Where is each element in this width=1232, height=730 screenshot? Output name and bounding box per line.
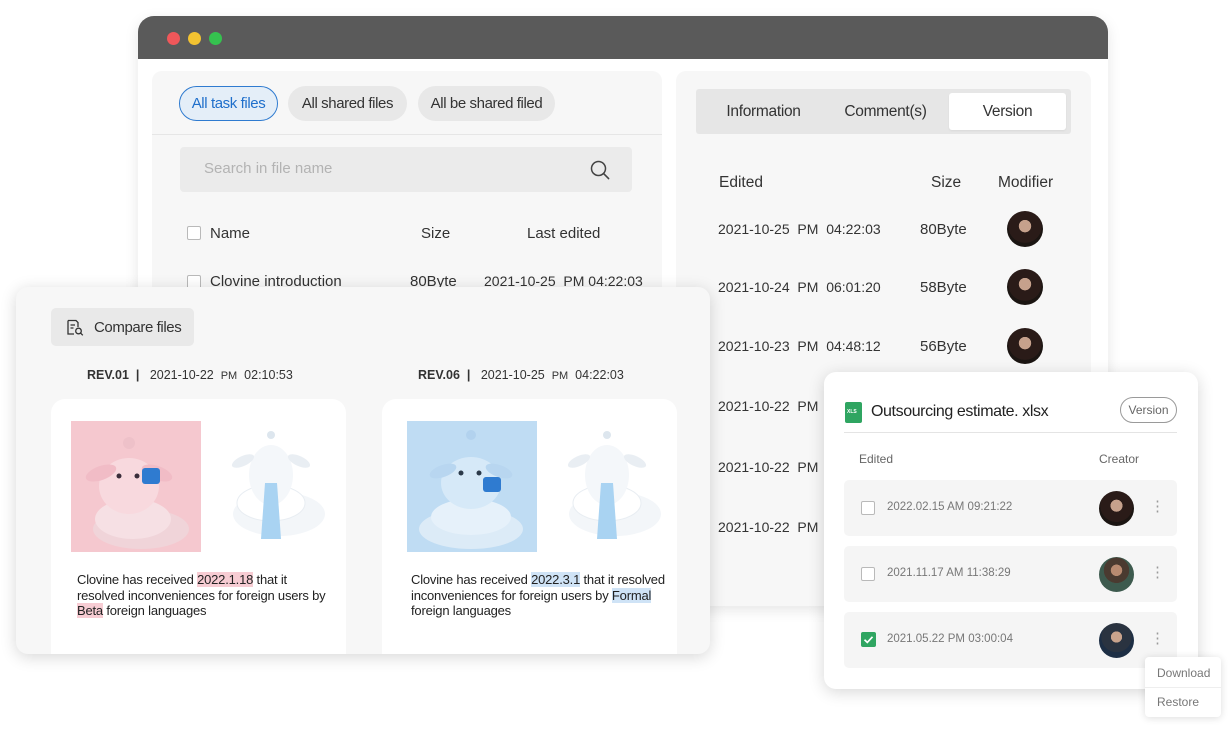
column-header-last-edited: Last edited <box>527 225 601 242</box>
highlight-mode: Formal <box>611 587 652 603</box>
version-edited: 2021-10-25 PM 04:22:03 <box>718 221 881 237</box>
column-header-creator: Creator <box>1099 452 1140 466</box>
version-context-menu: Download Restore <box>1145 657 1221 717</box>
compare-files-button[interactable]: Compare files <box>51 308 194 346</box>
avatar[interactable] <box>1007 211 1043 247</box>
menu-item-restore[interactable]: Restore <box>1157 695 1199 709</box>
version-edited: 2021-10-23 PM 04:48:12 <box>718 338 881 354</box>
window-titlebar <box>138 16 1108 59</box>
compare-files-label: Compare files <box>94 319 182 336</box>
version-size: 56Byte <box>920 338 967 355</box>
highlight-version: 2022.1.18 <box>197 572 254 587</box>
revision-header-left: REV.01 | 2021-10-22 PM 02:10:53 <box>87 368 293 382</box>
details-tabs: Information Comment(s) Version <box>696 89 1071 134</box>
divider <box>1145 687 1221 688</box>
menu-item-download[interactable]: Download <box>1157 666 1210 680</box>
version-size: 58Byte <box>920 279 967 296</box>
column-header-edited: Edited <box>859 452 894 466</box>
version-size: 80Byte <box>920 221 967 238</box>
column-header-edited: Edited <box>719 174 763 191</box>
avatar[interactable] <box>1007 328 1043 364</box>
revision-caption-left: Clovine has received 2022.1.18 that it r… <box>77 572 326 618</box>
revision-card-left: Clovine has received 2022.1.18 that it r… <box>51 399 346 654</box>
maximize-window-button[interactable] <box>209 32 222 45</box>
row-checkbox[interactable] <box>861 567 875 581</box>
column-header-modifier: Modifier <box>998 174 1054 191</box>
minimize-window-button[interactable] <box>188 32 201 45</box>
close-window-button[interactable] <box>167 32 180 45</box>
tab-all-be-shared-filed[interactable]: All be shared filed <box>418 86 555 121</box>
revision-header-right: REV.06 | 2021-10-25 PM 04:22:03 <box>418 368 624 382</box>
more-options-icon[interactable]: ⋮ <box>1150 629 1165 647</box>
version-datetime: 2021.11.17 AM 11:38:29 <box>887 567 1011 579</box>
tab-information[interactable]: Information <box>701 93 826 130</box>
compare-document-icon <box>67 319 84 336</box>
avatar[interactable] <box>1099 491 1134 526</box>
file-version-popup: XLS Outsourcing estimate. xlsx Version E… <box>824 372 1198 689</box>
version-edited: 2021-10-22 PM 0 <box>718 519 834 535</box>
version-row[interactable]: 2021.05.22 PM 03:00:04 ⋮ <box>844 612 1177 668</box>
version-datetime: 2021.05.22 PM 03:00:04 <box>887 633 1013 645</box>
checkmark-icon <box>863 636 874 644</box>
row-checkbox[interactable] <box>861 501 875 515</box>
tab-all-task-files[interactable]: All task files <box>179 86 278 121</box>
search-bar <box>180 147 632 192</box>
avatar[interactable] <box>1007 269 1043 305</box>
tab-comments[interactable]: Comment(s) <box>823 93 948 130</box>
tab-all-shared-files[interactable]: All shared files <box>288 86 407 121</box>
select-all-checkbox[interactable] <box>187 226 201 240</box>
version-edited: 2021-10-22 PM 0 <box>718 459 834 475</box>
version-edited: 2021-10-24 PM 06:01:20 <box>718 279 881 295</box>
version-datetime: 2022.02.15 AM 09:21:22 <box>887 501 1013 513</box>
more-options-icon[interactable]: ⋮ <box>1150 563 1165 581</box>
revision-card-right: Clovine has received 2022.3.1 that it re… <box>382 399 677 654</box>
mascot-illustration <box>71 421 325 552</box>
revision-caption-right: Clovine has received 2022.3.1 that it re… <box>411 572 665 618</box>
search-icon[interactable] <box>590 160 610 180</box>
xlsx-file-icon: XLS <box>845 402 862 423</box>
column-header-size: Size <box>421 225 451 242</box>
version-button[interactable]: Version <box>1120 397 1177 423</box>
search-input[interactable] <box>204 160 564 177</box>
avatar[interactable] <box>1099 623 1134 658</box>
version-row[interactable]: 2022.02.15 AM 09:21:22 ⋮ <box>844 480 1177 536</box>
file-name: Outsourcing estimate. xlsx <box>871 403 1049 420</box>
tab-version[interactable]: Version <box>949 93 1066 130</box>
divider <box>844 432 1177 433</box>
version-row[interactable]: 2021.11.17 AM 11:38:29 ⋮ <box>844 546 1177 602</box>
compare-files-card: Compare files REV.01 | 2021-10-22 PM 02:… <box>16 287 710 654</box>
highlight-mode: Beta <box>77 603 103 618</box>
column-header-size: Size <box>931 174 962 191</box>
checkbox-checked[interactable] <box>861 632 876 647</box>
column-header-name: Name <box>210 225 251 242</box>
mascot-illustration <box>407 421 661 552</box>
avatar[interactable] <box>1099 557 1134 592</box>
version-edited: 2021-10-22 PM 0 <box>718 398 834 414</box>
more-options-icon[interactable]: ⋮ <box>1150 497 1165 515</box>
highlight-version: 2022.3.1 <box>531 572 581 587</box>
divider <box>152 134 662 135</box>
